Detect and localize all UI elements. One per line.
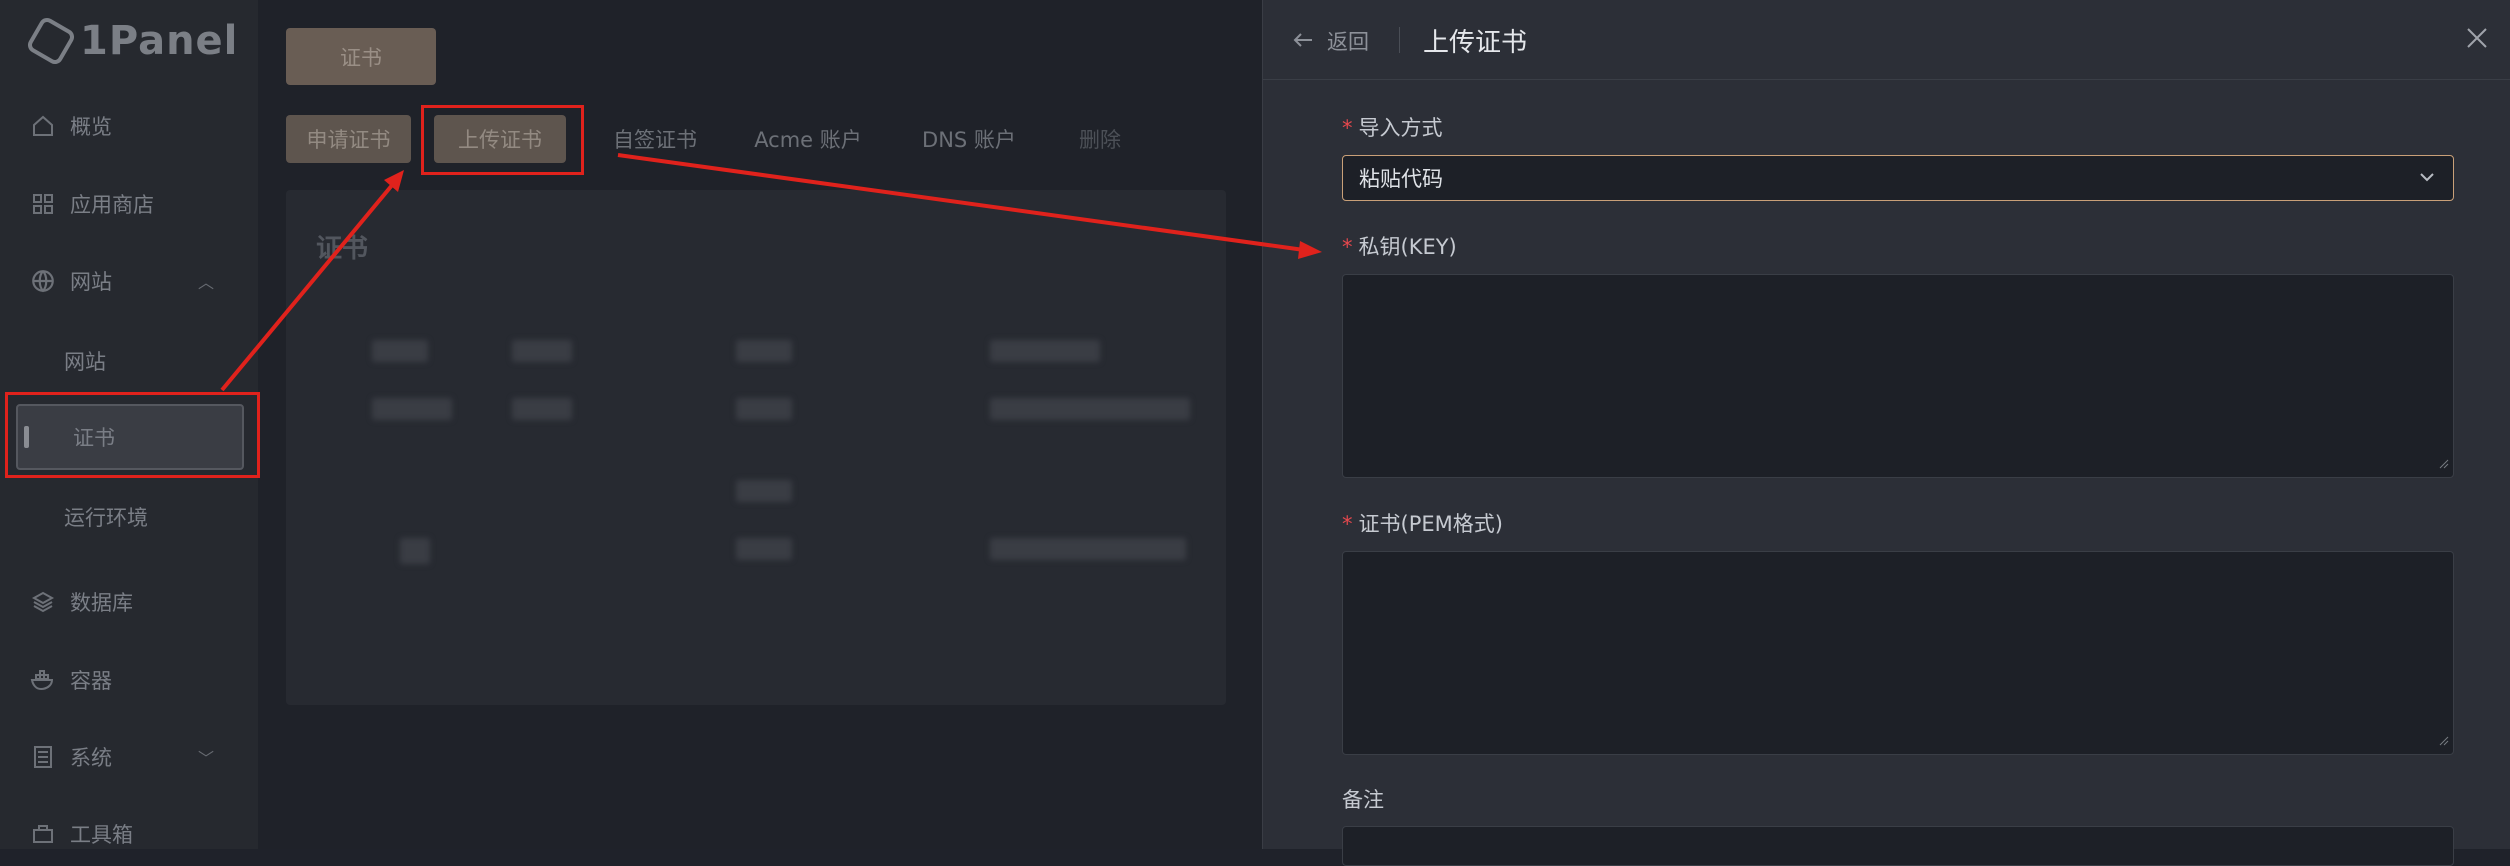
- import-mode-label: * 导入方式: [1342, 112, 1443, 142]
- sidebar-item-container[interactable]: 容器: [0, 652, 258, 708]
- table-cell: [400, 538, 430, 564]
- chevron-up-icon: ︿: [197, 273, 214, 292]
- remark-label: 备注: [1342, 788, 1384, 812]
- grid-icon: [30, 191, 56, 217]
- sidebar-subitem-runtime[interactable]: 运行环境: [64, 502, 148, 532]
- certificate-pem-textarea[interactable]: [1342, 551, 2454, 755]
- table-cell: [736, 340, 792, 362]
- tab-acme-account[interactable]: Acme 账户: [748, 115, 868, 163]
- certificate-pem-label: * 证书(PEM格式): [1342, 508, 1503, 538]
- close-icon[interactable]: [2461, 22, 2493, 54]
- arrow-left-icon: [1293, 29, 1313, 53]
- sidebar-item-label: 容器: [70, 669, 112, 693]
- chevron-down-icon: [2417, 167, 2437, 192]
- sidebar-item-website[interactable]: 网站 ︿: [0, 253, 258, 309]
- table-cell: [990, 340, 1100, 362]
- tab-apply-certificate[interactable]: 申请证书: [286, 115, 411, 163]
- table-cell: [736, 538, 792, 560]
- required-star: *: [1342, 512, 1353, 536]
- upload-certificate-drawer: 返回 上传证书 * 导入方式 粘贴代码 * 私钥(KEY) * 证书(PEM格式…: [1262, 0, 2510, 866]
- sidebar-subitem-label: 运行环境: [64, 506, 148, 530]
- certificate-button[interactable]: 证书: [286, 28, 436, 85]
- certificate-pem-label-text: 证书(PEM格式): [1358, 512, 1503, 536]
- required-star: *: [1342, 116, 1353, 140]
- annotation-box-tab: [421, 105, 584, 175]
- table-cell: [736, 480, 792, 502]
- annotation-box-sidebar: [5, 392, 260, 478]
- layers-icon: [30, 589, 56, 615]
- sidebar-subitem-website[interactable]: 网站: [64, 346, 106, 376]
- sidebar-item-database[interactable]: 数据库: [0, 574, 258, 630]
- sidebar-item-label: 网站: [70, 270, 112, 294]
- remark-input[interactable]: [1342, 826, 2454, 866]
- private-key-textarea[interactable]: [1342, 274, 2454, 478]
- delete-button[interactable]: 删除: [1070, 115, 1130, 163]
- resize-handle-icon[interactable]: [2439, 454, 2449, 473]
- sidebar-item-label: 数据库: [70, 591, 133, 615]
- table-cell: [512, 398, 572, 420]
- logo: 1Panel: [25, 15, 239, 67]
- drawer-title: 上传证书: [1423, 28, 1528, 58]
- home-icon: [30, 113, 56, 139]
- import-mode-select[interactable]: 粘贴代码: [1342, 155, 2454, 201]
- back-label: 返回: [1327, 30, 1369, 54]
- private-key-label: * 私钥(KEY): [1342, 231, 1457, 261]
- app-window: 1Panel 概览 应用商店 网站 ︿ 网站 证书 运行环境 数据库 容器 系统…: [0, 0, 2510, 866]
- table-cell: [372, 398, 452, 420]
- globe-icon: [30, 268, 56, 294]
- sidebar-item-app-store[interactable]: 应用商店: [0, 176, 258, 232]
- chevron-down-icon: ﹀: [197, 749, 214, 768]
- tab-dns-account[interactable]: DNS 账户: [914, 115, 1024, 163]
- sidebar-item-system[interactable]: 系统 ﹀: [0, 729, 258, 785]
- logo-text: 1Panel: [80, 18, 239, 64]
- toolbox-icon: [30, 821, 56, 847]
- tab-self-signed-certificate[interactable]: 自签证书: [600, 115, 710, 163]
- table-cell: [736, 398, 792, 420]
- sidebar-item-overview[interactable]: 概览: [0, 98, 258, 154]
- sidebar-item-label: 系统: [70, 746, 112, 770]
- resize-handle-icon[interactable]: [2439, 731, 2449, 750]
- import-mode-value: 粘贴代码: [1359, 167, 1443, 191]
- private-key-label-text: 私钥(KEY): [1358, 235, 1457, 259]
- table-cell: [990, 398, 1190, 420]
- header-divider: [1399, 27, 1400, 53]
- logo-icon: [25, 15, 77, 67]
- docker-icon: [30, 667, 56, 693]
- table-cell: [372, 340, 428, 362]
- back-button[interactable]: 返回: [1293, 26, 1369, 56]
- sidebar-item-label: 应用商店: [70, 193, 154, 217]
- sidebar-item-toolbox[interactable]: 工具箱: [0, 806, 258, 862]
- sidebar-subitem-label: 网站: [64, 350, 106, 374]
- table-cell: [512, 340, 572, 362]
- certificate-card: [286, 190, 1226, 705]
- drawer-header: 返回 上传证书: [1263, 0, 2510, 80]
- sidebar-item-label: 概览: [70, 115, 112, 139]
- import-mode-label-text: 导入方式: [1358, 116, 1443, 140]
- required-star: *: [1342, 235, 1353, 259]
- table-cell: [990, 538, 1186, 560]
- sidebar-item-label: 工具箱: [70, 823, 133, 847]
- server-icon: [30, 744, 56, 770]
- card-title: 证书: [316, 234, 369, 264]
